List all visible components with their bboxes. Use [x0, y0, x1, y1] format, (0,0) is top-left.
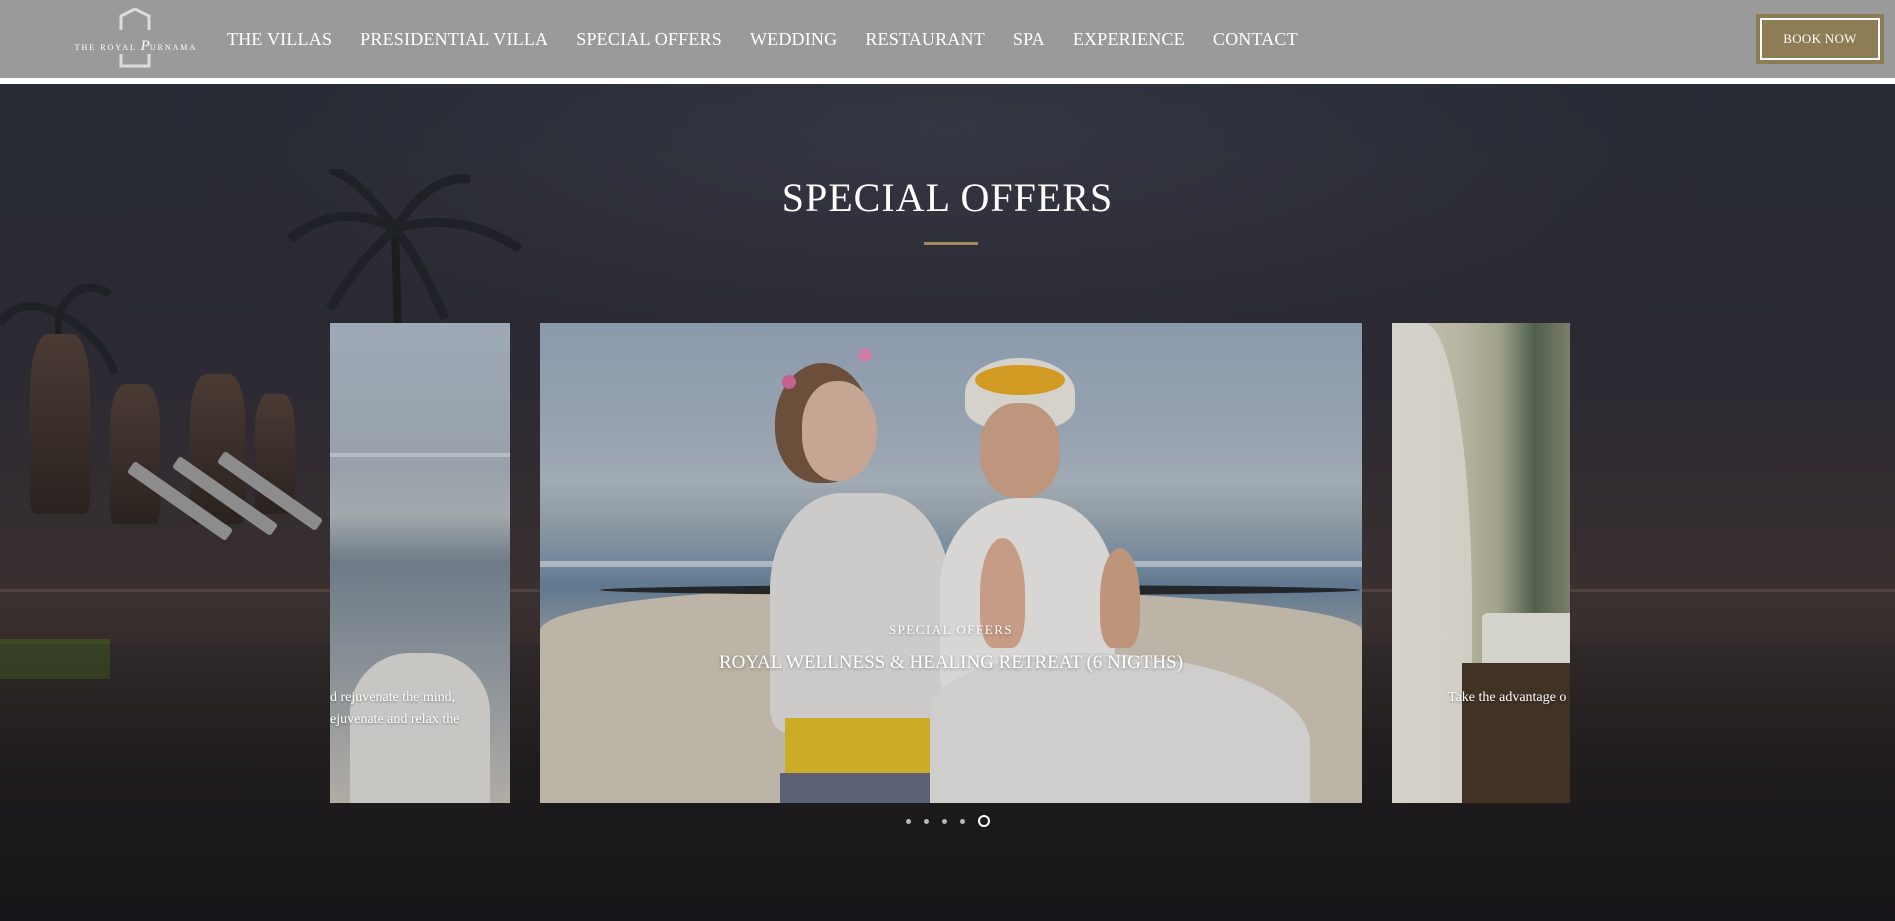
logo-script-letter: P: [140, 38, 150, 54]
section-title: SPECIAL OFFERS: [781, 175, 1114, 220]
nav-presidential-villa[interactable]: PRESIDENTIAL VILLA: [360, 24, 548, 54]
site-header: THE ROYAL PURNAMA THE VILLAS PRESIDENTIA…: [0, 0, 1895, 78]
book-now-button[interactable]: BOOK NOW: [1756, 14, 1884, 64]
slide-description-line: d rejuvenate the mind,: [330, 690, 456, 705]
site-logo[interactable]: THE ROYAL PURNAMA: [74, 8, 198, 70]
nav-the-villas[interactable]: THE VILLAS: [227, 24, 332, 54]
carousel-dot-5-active[interactable]: [978, 815, 990, 827]
slide-description-line: Take the advantage o: [1448, 690, 1567, 705]
stone-sculpture-image: [110, 384, 160, 524]
carousel-slide-active[interactable]: SPECIAL OFFERS ROYAL WELLNESS & HEALING …: [540, 323, 1362, 803]
carousel-dot-4[interactable]: [960, 818, 965, 824]
carousel-slide-next[interactable]: Take the advantage o: [1392, 323, 1570, 803]
nav-special-offers[interactable]: SPECIAL OFFERS: [576, 24, 722, 54]
carousel-pagination: [906, 815, 990, 827]
carousel-dot-3[interactable]: [942, 818, 947, 824]
title-divider: [924, 242, 978, 245]
nav-wedding[interactable]: WEDDING: [750, 24, 837, 54]
book-now-label: BOOK NOW: [1760, 18, 1880, 60]
logo-prefix: THE ROYAL: [74, 43, 137, 52]
slide-shade: [1392, 323, 1570, 803]
nav-spa[interactable]: SPA: [1013, 24, 1045, 54]
stone-sculpture-image: [30, 334, 90, 514]
logo-suffix: URNAMA: [149, 43, 198, 52]
carousel-dot-1[interactable]: [906, 818, 911, 824]
logo-wordmark: THE ROYAL PURNAMA: [74, 38, 198, 55]
slide-shade: [540, 323, 1362, 803]
carousel-slide-previous[interactable]: d rejuvenate the mind, ejuvenate and rel…: [330, 323, 510, 803]
nav-restaurant[interactable]: RESTAURANT: [865, 24, 985, 54]
slide-description-line: ejuvenate and relax the: [330, 712, 460, 727]
slide-category: SPECIAL OFFERS: [888, 622, 1014, 637]
nav-experience[interactable]: EXPERIENCE: [1073, 24, 1185, 54]
carousel-dot-2[interactable]: [924, 818, 929, 824]
main-nav: THE VILLAS PRESIDENTIAL VILLA SPECIAL OF…: [227, 24, 1326, 54]
nav-contact[interactable]: CONTACT: [1213, 24, 1298, 54]
special-offers-section: SPECIAL OFFERS d rejuvenate the mind, ej…: [0, 84, 1895, 921]
slide-title[interactable]: ROYAL WELLNESS & HEALING RETREAT (6 NIGT…: [540, 652, 1362, 674]
slide-shade: [330, 323, 510, 803]
